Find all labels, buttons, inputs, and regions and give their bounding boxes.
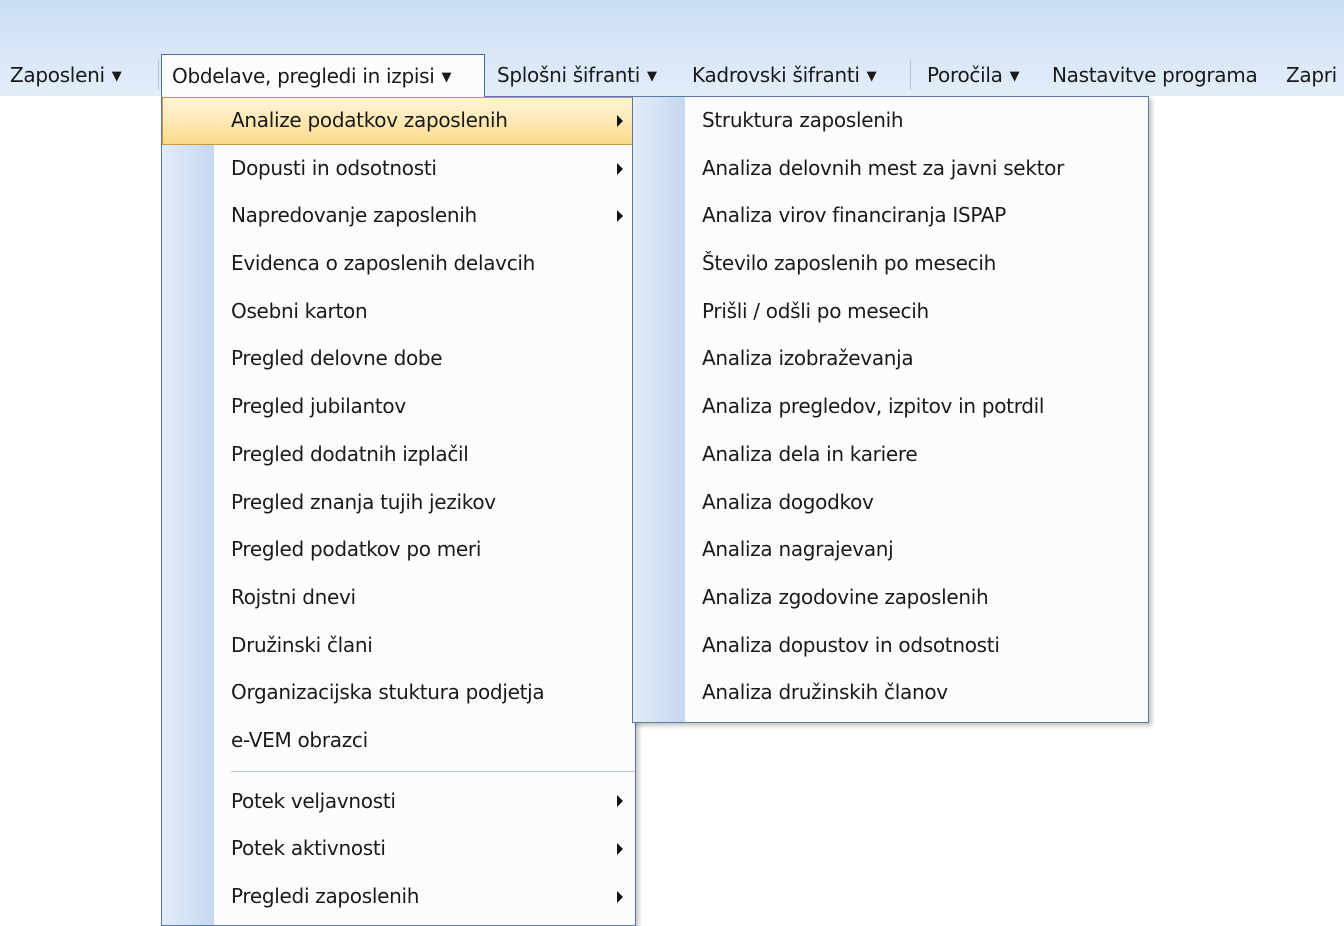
menu-item-evidenca[interactable]: Evidenca o zaposlenih delavcih — [162, 240, 635, 288]
menu-item-analize-podatkov[interactable]: Analize podatkov zaposlenih — [162, 97, 635, 145]
submenu-arrow-icon — [617, 210, 623, 223]
menu-item-potek-veljavnosti[interactable]: Potek veljavnosti — [162, 778, 635, 826]
submenu-arrow-icon — [617, 114, 623, 127]
caret-down-icon: ▼ — [111, 69, 122, 84]
menu-item-pregledi-zaposlenih[interactable]: Pregledi zaposlenih — [162, 873, 635, 921]
submenu-item[interactable]: Analiza družinskih članov — [633, 669, 1148, 717]
menu-item-label: Število zaposlenih po mesecih — [702, 251, 996, 276]
menu-item-druzinski-clani[interactable]: Družinski člani — [162, 622, 635, 670]
menu-nastavitve-programa[interactable]: Nastavitve programa — [1052, 54, 1258, 96]
menu-label: Poročila — [927, 63, 1003, 87]
submenu-analize: Struktura zaposlenih Analiza delovnih me… — [632, 96, 1149, 723]
submenu-item[interactable]: Analiza dogodkov — [633, 479, 1148, 527]
menu-item-label: Analiza zgodovine zaposlenih — [702, 584, 989, 609]
menu-item-label: Družinski člani — [231, 632, 373, 657]
menu-separator — [158, 60, 159, 90]
menu-item-label: Analiza izobraževanja — [702, 346, 914, 371]
menu-item-label: Analiza nagrajevanj — [702, 537, 894, 562]
menu-item-label: Pregled podatkov po meri — [231, 537, 482, 562]
menu-item-label: Analiza pregledov, izpitov in potrdil — [702, 394, 1045, 419]
menu-item-label: Pregled delovne dobe — [231, 346, 443, 371]
menu-separator — [910, 60, 911, 90]
menu-label: Splošni šifranti — [497, 63, 640, 87]
menu-item-napredovanje[interactable]: Napredovanje zaposlenih — [162, 192, 635, 240]
submenu-item[interactable]: Struktura zaposlenih — [633, 97, 1148, 145]
menu-label: Zapri — [1286, 63, 1337, 87]
menu-item-jubilantov[interactable]: Pregled jubilantov — [162, 383, 635, 431]
menu-item-label: Evidenca o zaposlenih delavcih — [231, 251, 536, 276]
submenu-item[interactable]: Analiza delovnih mest za javni sektor — [633, 145, 1148, 193]
caret-down-icon: ▼ — [646, 69, 657, 84]
menu-item-label: Rojstni dnevi — [231, 584, 356, 609]
menu-item-label: Potek aktivnosti — [231, 836, 386, 861]
menu-label: Nastavitve programa — [1052, 63, 1258, 87]
menu-zaposleni[interactable]: Zaposleni ▼ — [10, 54, 122, 96]
menu-kadrovski-sifranti[interactable]: Kadrovski šifranti ▼ — [692, 54, 877, 96]
menu-item-label: Analiza dela in kariere — [702, 441, 918, 466]
menu-item-label: e-VEM obrazci — [231, 727, 368, 752]
menu-label: Obdelave, pregledi in izpisi — [172, 64, 435, 88]
submenu-item[interactable]: Prišli / odšli po mesecih — [633, 288, 1148, 336]
submenu-item[interactable]: Analiza dopustov in odsotnosti — [633, 622, 1148, 670]
menu-label: Zaposleni — [10, 63, 105, 87]
submenu-item[interactable]: Analiza nagrajevanj — [633, 526, 1148, 574]
submenu-item[interactable]: Število zaposlenih po mesecih — [633, 240, 1148, 288]
menu-item-label: Analiza dogodkov — [702, 489, 874, 514]
menu-item-delovne-dobe[interactable]: Pregled delovne dobe — [162, 335, 635, 383]
menu-item-dopusti[interactable]: Dopusti in odsotnosti — [162, 145, 635, 193]
menu-item-po-meri[interactable]: Pregled podatkov po meri — [162, 526, 635, 574]
caret-down-icon: ▼ — [1009, 69, 1020, 84]
menu-item-label: Prišli / odšli po mesecih — [702, 298, 929, 323]
menu-zapri[interactable]: Zapri — [1286, 54, 1337, 96]
menu-item-label: Osebni karton — [231, 298, 368, 323]
caret-down-icon: ▼ — [866, 69, 877, 84]
menu-splosni-sifranti[interactable]: Splošni šifranti ▼ — [497, 54, 657, 96]
menu-item-label: Napredovanje zaposlenih — [231, 203, 477, 228]
menu-item-label: Dopusti in odsotnosti — [231, 155, 437, 180]
menu-item-label: Analiza družinskih članov — [702, 680, 948, 705]
menu-item-label: Pregledi zaposlenih — [231, 884, 420, 908]
menu-item-label: Potek veljavnosti — [231, 788, 396, 813]
menu-item-label: Analiza delovnih mest za javni sektor — [702, 155, 1064, 180]
menu-item-rojstni-dnevi[interactable]: Rojstni dnevi — [162, 574, 635, 622]
submenu-item[interactable]: Analiza virov financiranja ISPAP — [633, 192, 1148, 240]
menu-item-label: Analiza dopustov in odsotnosti — [702, 632, 1000, 657]
menu-item-osebni-karton[interactable]: Osebni karton — [162, 288, 635, 336]
menu-item-dodatnih-izplacil[interactable]: Pregled dodatnih izplačil — [162, 431, 635, 479]
menu-item-tujih-jezikov[interactable]: Pregled znanja tujih jezikov — [162, 479, 635, 527]
caret-down-icon: ▼ — [441, 70, 452, 85]
menu-item-organizacijska-struktura[interactable]: Organizacijska stuktura podjetja — [162, 669, 635, 717]
submenu-arrow-icon — [617, 795, 623, 808]
menu-label: Kadrovski šifranti — [692, 63, 860, 87]
menu-obdelave[interactable]: Obdelave, pregledi in izpisi ▼ — [161, 54, 485, 97]
dropdown-obdelave: Analize podatkov zaposlenih Dopusti in o… — [161, 96, 636, 926]
submenu-item[interactable]: Analiza pregledov, izpitov in potrdil — [633, 383, 1148, 431]
menu-item-label: Pregled jubilantov — [231, 394, 406, 419]
submenu-arrow-icon — [617, 162, 623, 175]
submenu-item[interactable]: Analiza zgodovine zaposlenih — [633, 574, 1148, 622]
submenu-arrow-icon — [617, 890, 623, 903]
menu-item-label: Organizacijska stuktura podjetja — [231, 680, 545, 705]
menu-item-potek-aktivnosti[interactable]: Potek aktivnosti — [162, 825, 635, 873]
menu-item-evem-obrazci[interactable]: e-VEM obrazci — [162, 717, 635, 765]
menu-item-label: Struktura zaposlenih — [702, 108, 904, 132]
menu-item-label: Analiza virov financiranja ISPAP — [702, 203, 1007, 228]
menu-item-label: Pregled dodatnih izplačil — [231, 441, 469, 466]
menu-item-label: Pregled znanja tujih jezikov — [231, 489, 496, 514]
submenu-arrow-icon — [617, 843, 623, 856]
submenu-item[interactable]: Analiza dela in kariere — [633, 431, 1148, 479]
menu-bar: Zaposleni ▼ Obdelave, pregledi in izpisi ▼… — [0, 54, 1344, 97]
menu-item-label: Analize podatkov zaposlenih — [231, 108, 508, 132]
menu-separator — [231, 770, 635, 772]
menu-porocila[interactable]: Poročila ▼ — [927, 54, 1020, 96]
submenu-item[interactable]: Analiza izobraževanja — [633, 335, 1148, 383]
